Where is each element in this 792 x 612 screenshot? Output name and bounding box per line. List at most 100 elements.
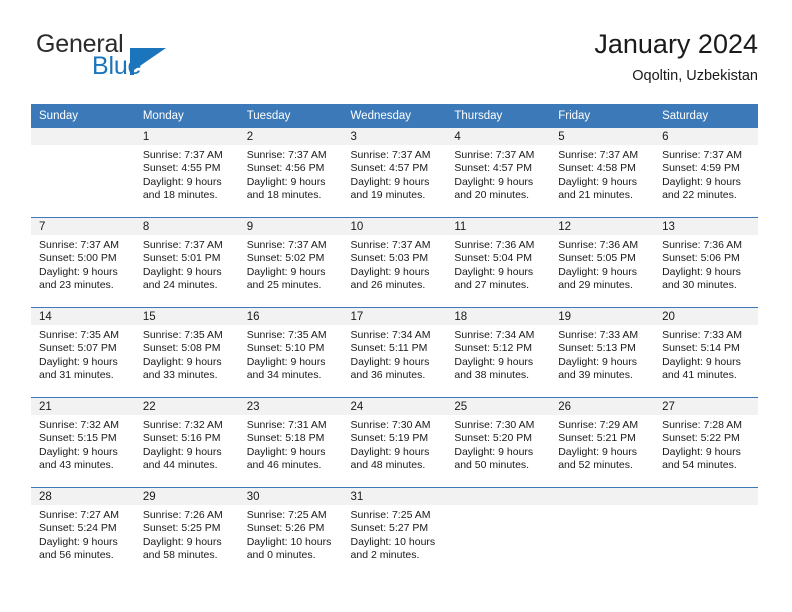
calendar-day-cell[interactable]: 5 Sunrise: 7:37 AM Sunset: 4:58 PM Daylight… <box>550 128 655 218</box>
daylight-text: Daylight: 10 hours and 0 minutes. <box>246 535 332 562</box>
daylight-text: Daylight: 9 hours and 36 minutes. <box>350 355 430 382</box>
day-cell-inner: 26 Sunrise: 7:29 AM Sunset: 5:21 PM Dayligh… <box>550 398 655 487</box>
calendar-day-cell[interactable]: 25 Sunrise: 7:30 AM Sunset: 5:20 PM Dayligh… <box>446 397 551 488</box>
day-number: 8 <box>134 218 239 235</box>
sunset-text: Sunset: 5:11 PM <box>350 342 428 355</box>
calendar-day-cell[interactable]: 16 Sunrise: 7:35 AM Sunset: 5:10 PM Dayligh… <box>238 307 343 398</box>
day-number: 18 <box>446 308 551 325</box>
daylight-text: Daylight: 9 hours and 54 minutes. <box>662 445 741 472</box>
day-number: 3 <box>342 128 447 145</box>
calendar-day-cell[interactable]: 18 Sunrise: 7:34 AM Sunset: 5:12 PM Dayligh… <box>446 307 551 398</box>
calendar-day-cell[interactable]: 14 Sunrise: 7:35 AM Sunset: 5:07 PM Dayligh… <box>31 307 135 398</box>
day-cell-inner: 12 Sunrise: 7:36 AM Sunset: 5:05 PM Dayligh… <box>550 218 655 307</box>
daylight-text: Daylight: 9 hours and 27 minutes. <box>454 265 534 292</box>
day-number: 12 <box>550 218 655 235</box>
day-cell-inner: 6 Sunrise: 7:37 AM Sunset: 4:59 PM Daylight… <box>654 128 758 217</box>
calendar-day-cell[interactable]: 27 Sunrise: 7:28 AM Sunset: 5:22 PM Dayligh… <box>654 397 758 488</box>
daylight-text: Daylight: 9 hours and 58 minutes. <box>142 535 222 562</box>
day-cell-inner: 23 Sunrise: 7:31 AM Sunset: 5:18 PM Dayligh… <box>238 398 343 487</box>
sunset-text: Sunset: 5:16 PM <box>142 432 221 445</box>
calendar-day-cell[interactable]: 29 Sunrise: 7:26 AM Sunset: 5:25 PM Dayligh… <box>134 487 239 577</box>
day-cell-details: Sunrise: 7:25 AM Sunset: 5:27 PM Daylight:… <box>343 505 447 563</box>
general-blue-logo[interactable]: General Blue <box>31 28 281 90</box>
day-number: 26 <box>550 398 655 415</box>
calendar-day-cell[interactable]: 8 Sunrise: 7:37 AM Sunset: 5:01 PM Daylight… <box>134 217 239 308</box>
calendar-day-cell[interactable]: 20 Sunrise: 7:33 AM Sunset: 5:14 PM Dayligh… <box>654 307 758 398</box>
day-cell-details: Sunrise: 7:34 AM Sunset: 5:12 PM Daylight:… <box>446 325 550 383</box>
day-cell-inner: 24 Sunrise: 7:30 AM Sunset: 5:19 PM Dayligh… <box>342 398 447 487</box>
sunrise-text: Sunrise: 7:37 AM <box>246 149 327 161</box>
calendar-day-cell[interactable]: 15 Sunrise: 7:35 AM Sunset: 5:08 PM Dayligh… <box>134 307 239 398</box>
calendar-day-cell[interactable]: 6 Sunrise: 7:37 AM Sunset: 4:59 PM Daylight… <box>654 128 758 218</box>
sunset-text: Sunset: 5:22 PM <box>662 432 740 445</box>
daylight-text: Daylight: 9 hours and 18 minutes. <box>142 175 222 202</box>
sunset-text: Sunset: 5:19 PM <box>350 432 429 445</box>
day-number: 28 <box>31 488 135 505</box>
day-number: 10 <box>342 218 447 235</box>
sunset-text: Sunset: 5:08 PM <box>142 342 221 355</box>
calendar-day-cell[interactable]: 10 Sunrise: 7:37 AM Sunset: 5:03 PM Dayligh… <box>342 217 447 308</box>
daylight-text: Daylight: 9 hours and 21 minutes. <box>558 175 638 202</box>
sunrise-text: Sunrise: 7:32 AM <box>142 419 223 431</box>
day-number: 2 <box>238 128 343 145</box>
day-cell-details: Sunrise: 7:28 AM Sunset: 5:22 PM Daylight:… <box>654 415 758 473</box>
sunrise-text: Sunrise: 7:36 AM <box>454 239 535 251</box>
calendar-day-cell[interactable]: 23 Sunrise: 7:31 AM Sunset: 5:18 PM Dayligh… <box>238 397 343 488</box>
calendar-day-cell[interactable]: 12 Sunrise: 7:36 AM Sunset: 5:05 PM Dayligh… <box>550 217 655 308</box>
day-cell-inner: 20 Sunrise: 7:33 AM Sunset: 5:14 PM Dayligh… <box>654 308 758 397</box>
calendar-day-cell[interactable]: 21 Sunrise: 7:32 AM Sunset: 5:15 PM Dayligh… <box>31 397 135 488</box>
day-cell-details: Sunrise: 7:35 AM Sunset: 5:08 PM Daylight:… <box>135 325 239 383</box>
calendar-day-cell[interactable]: 11 Sunrise: 7:36 AM Sunset: 5:04 PM Dayligh… <box>446 217 551 308</box>
calendar-day-cell[interactable]: 24 Sunrise: 7:30 AM Sunset: 5:19 PM Dayligh… <box>342 397 447 488</box>
calendar-day-cell[interactable]: 17 Sunrise: 7:34 AM Sunset: 5:11 PM Dayligh… <box>342 307 447 398</box>
sunrise-text: Sunrise: 7:37 AM <box>246 239 327 251</box>
calendar-day-cell[interactable]: 31 Sunrise: 7:25 AM Sunset: 5:27 PM Dayligh… <box>342 487 447 577</box>
sunset-text: Sunset: 5:00 PM <box>39 252 117 265</box>
day-number <box>550 488 655 505</box>
sunrise-text: Sunrise: 7:30 AM <box>454 419 535 431</box>
sunset-text: Sunset: 5:04 PM <box>454 252 533 265</box>
day-number: 4 <box>446 128 551 145</box>
sunset-text: Sunset: 5:01 PM <box>142 252 221 265</box>
day-cell-details: Sunrise: 7:25 AM Sunset: 5:26 PM Daylight:… <box>239 505 343 563</box>
day-cell-details: Sunrise: 7:31 AM Sunset: 5:18 PM Daylight:… <box>239 415 343 473</box>
day-cell-inner: 7 Sunrise: 7:37 AM Sunset: 5:00 PM Daylight… <box>31 218 135 307</box>
day-cell-details: Sunrise: 7:37 AM Sunset: 5:01 PM Daylight:… <box>135 235 239 293</box>
calendar-day-cell[interactable]: 28 Sunrise: 7:27 AM Sunset: 5:24 PM Dayligh… <box>31 487 135 577</box>
calendar-day-cell[interactable]: 2 Sunrise: 7:37 AM Sunset: 4:56 PM Daylight… <box>238 128 343 218</box>
calendar-day-cell[interactable]: 4 Sunrise: 7:37 AM Sunset: 4:57 PM Daylight… <box>446 128 551 218</box>
daylight-text: Daylight: 9 hours and 24 minutes. <box>142 265 222 292</box>
calendar-day-cell[interactable]: 22 Sunrise: 7:32 AM Sunset: 5:16 PM Dayligh… <box>134 397 239 488</box>
title-block: January 2024 Oqoltin, Uzbekistan <box>594 28 758 86</box>
daylight-text: Daylight: 9 hours and 18 minutes. <box>246 175 326 202</box>
calendar-day-cell[interactable]: 1 Sunrise: 7:37 AM Sunset: 4:55 PM Daylight… <box>134 128 239 218</box>
day-number: 15 <box>134 308 239 325</box>
day-number: 9 <box>238 218 343 235</box>
calendar-day-cell[interactable]: 30 Sunrise: 7:25 AM Sunset: 5:26 PM Dayligh… <box>238 487 343 577</box>
calendar-day-cell-empty <box>446 487 551 577</box>
day-cell-details: Sunrise: 7:37 AM Sunset: 5:03 PM Daylight:… <box>343 235 447 293</box>
sunrise-text: Sunrise: 7:25 AM <box>246 509 327 521</box>
daylight-text: Daylight: 9 hours and 30 minutes. <box>662 265 741 292</box>
day-number: 27 <box>654 398 758 415</box>
calendar-day-cell[interactable]: 9 Sunrise: 7:37 AM Sunset: 5:02 PM Daylight… <box>238 217 343 308</box>
calendar-day-cell[interactable]: 13 Sunrise: 7:36 AM Sunset: 5:06 PM Dayligh… <box>654 217 758 308</box>
day-number: 16 <box>238 308 343 325</box>
day-number: 23 <box>238 398 343 415</box>
day-cell-inner: 11 Sunrise: 7:36 AM Sunset: 5:04 PM Dayligh… <box>446 218 551 307</box>
day-cell-details: Sunrise: 7:37 AM Sunset: 5:02 PM Daylight:… <box>239 235 343 293</box>
day-number: 7 <box>31 218 135 235</box>
calendar-day-cell-empty <box>31 128 135 218</box>
day-cell-details <box>31 145 135 149</box>
day-number: 20 <box>654 308 758 325</box>
calendar-day-cell[interactable]: 19 Sunrise: 7:33 AM Sunset: 5:13 PM Dayligh… <box>550 307 655 398</box>
day-cell-inner: 19 Sunrise: 7:33 AM Sunset: 5:13 PM Dayligh… <box>550 308 655 397</box>
day-cell-details: Sunrise: 7:27 AM Sunset: 5:24 PM Daylight:… <box>31 505 135 563</box>
calendar-body: 1 Sunrise: 7:37 AM Sunset: 4:55 PM Daylight… <box>31 128 758 577</box>
daylight-text: Daylight: 9 hours and 23 minutes. <box>39 265 118 292</box>
daylight-text: Daylight: 9 hours and 38 minutes. <box>454 355 534 382</box>
calendar-day-cell[interactable]: 7 Sunrise: 7:37 AM Sunset: 5:00 PM Daylight… <box>31 217 135 308</box>
calendar-day-cell[interactable]: 26 Sunrise: 7:29 AM Sunset: 5:21 PM Dayligh… <box>550 397 655 488</box>
calendar-day-cell[interactable]: 3 Sunrise: 7:37 AM Sunset: 4:57 PM Daylight… <box>342 128 447 218</box>
calendar-week-row: 28 Sunrise: 7:27 AM Sunset: 5:24 PM Dayligh… <box>31 487 758 577</box>
